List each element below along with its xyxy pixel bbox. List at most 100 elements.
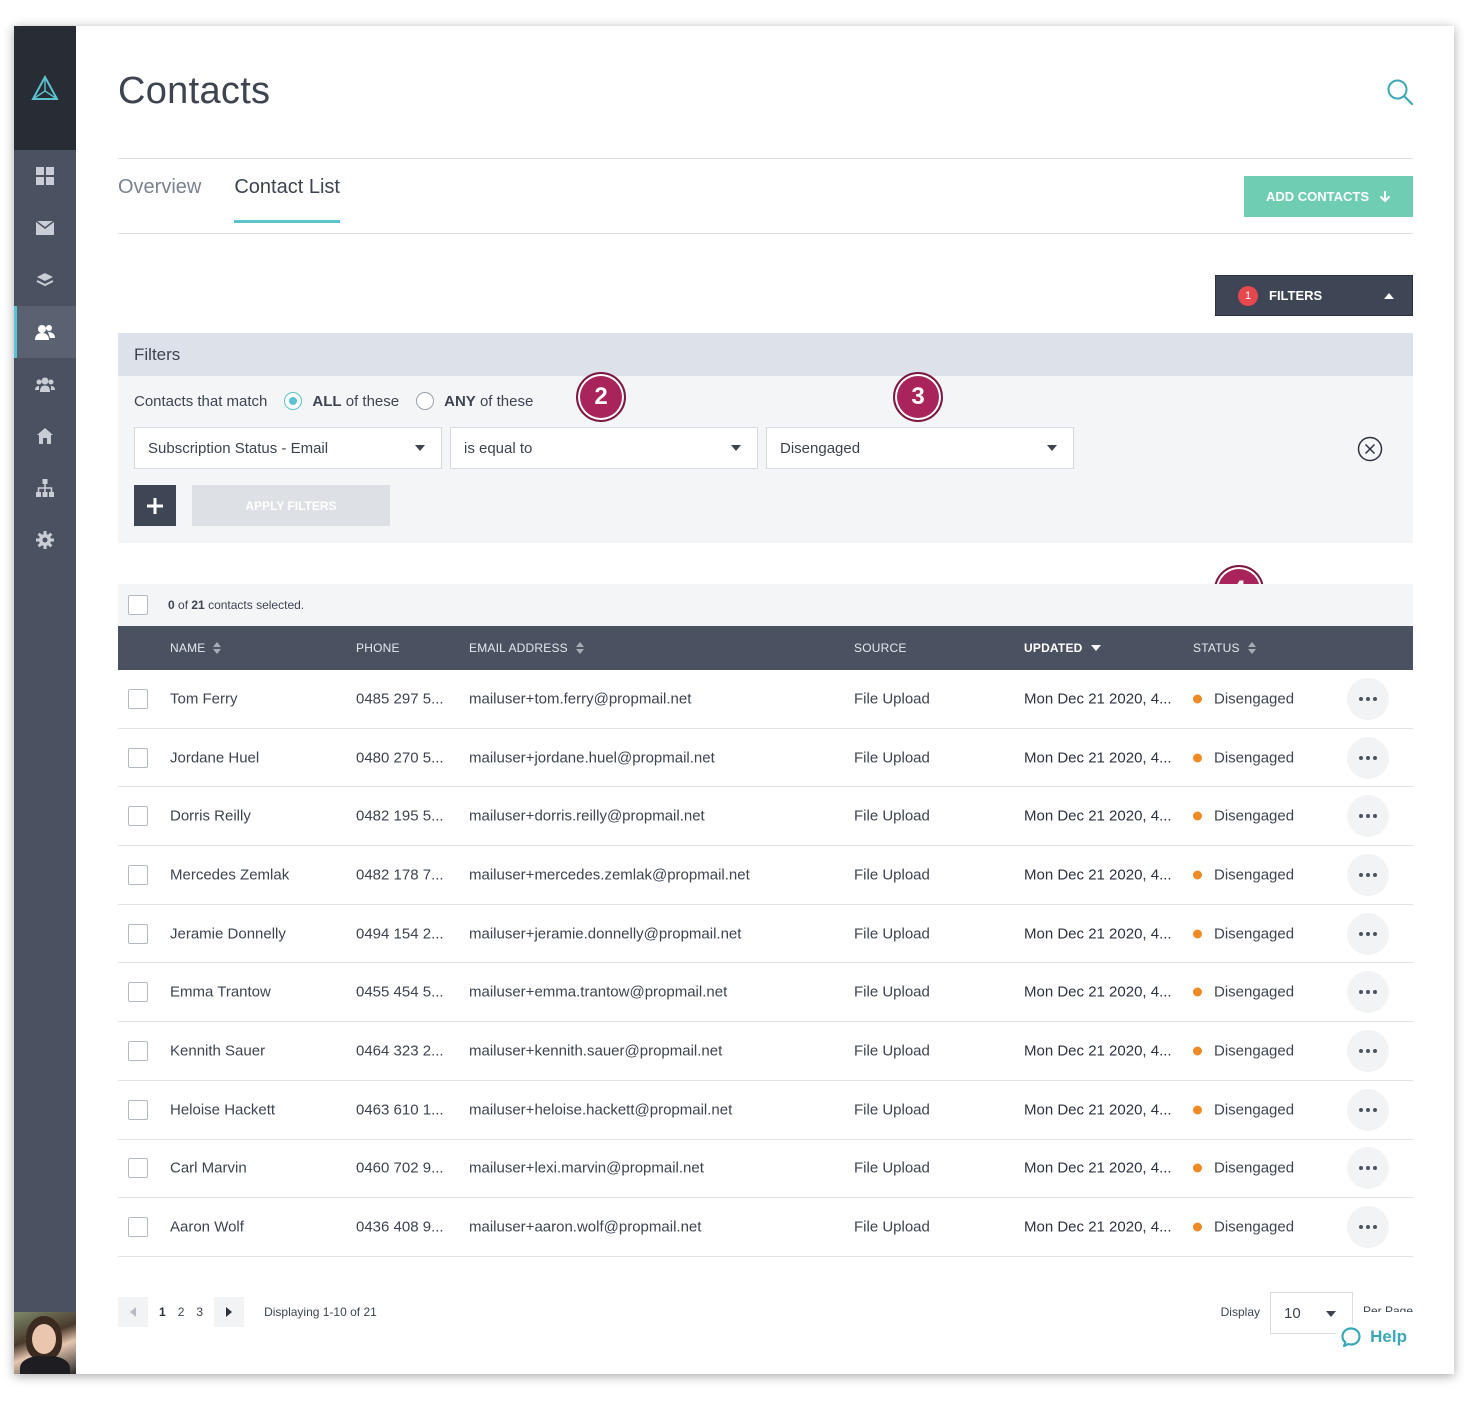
- row-actions-button[interactable]: [1347, 1147, 1389, 1190]
- contact-phone: 0464 323 2...: [356, 1042, 444, 1060]
- table-row[interactable]: Dorris Reilly 0482 195 5... mailuser+dorri…: [118, 787, 1413, 847]
- column-header-name[interactable]: NAME: [170, 641, 222, 655]
- match-any-label[interactable]: ANY of these: [444, 393, 533, 410]
- filter-operator-select[interactable]: is equal to: [450, 427, 758, 469]
- row-actions-button[interactable]: [1347, 1029, 1389, 1072]
- table-row[interactable]: Mercedes Zemlak 0482 178 7... mailuser+mer…: [118, 846, 1413, 905]
- row-actions-button[interactable]: [1347, 1088, 1389, 1131]
- logo[interactable]: [14, 26, 76, 150]
- row-actions-button[interactable]: [1347, 677, 1389, 720]
- table-row[interactable]: Carl Marvin 0460 702 9... mailuser+lexi.ma…: [118, 1140, 1413, 1199]
- sidebar-item-mail[interactable]: [14, 202, 76, 254]
- row-actions-button[interactable]: [1347, 971, 1389, 1014]
- help-button[interactable]: Help: [1336, 1324, 1411, 1350]
- contact-name[interactable]: Tom Ferry: [170, 690, 238, 707]
- row-checkbox[interactable]: [128, 1158, 148, 1179]
- row-checkbox[interactable]: [128, 806, 148, 827]
- select-all-checkbox[interactable]: [128, 595, 148, 615]
- row-actions-button[interactable]: [1347, 1206, 1389, 1249]
- sidebar-item-contacts[interactable]: [14, 306, 76, 358]
- contact-source: File Upload: [854, 1218, 930, 1236]
- row-checkbox[interactable]: [128, 1099, 148, 1120]
- column-header-updated[interactable]: UPDATED: [1024, 641, 1101, 655]
- row-actions-button[interactable]: [1347, 853, 1389, 896]
- row-actions-button[interactable]: [1347, 795, 1389, 838]
- contact-status: Disengaged: [1193, 690, 1294, 707]
- add-filter-button[interactable]: [134, 485, 176, 526]
- plus-icon: [147, 497, 163, 514]
- row-checkbox[interactable]: [128, 688, 148, 709]
- sidebar-item-dashboard[interactable]: [14, 150, 76, 202]
- page-number[interactable]: 2: [172, 1305, 191, 1319]
- contact-name[interactable]: Aaron Wolf: [170, 1219, 244, 1236]
- status-dot-icon: [1193, 1163, 1202, 1173]
- contact-name[interactable]: Carl Marvin: [170, 1160, 247, 1177]
- contacts-icon: [35, 324, 55, 340]
- contact-name[interactable]: Dorris Reilly: [170, 808, 251, 825]
- filter-field-select[interactable]: Subscription Status - Email: [134, 427, 442, 469]
- column-header-phone: PHONE: [356, 641, 400, 655]
- tab-contact-list[interactable]: Contact List: [234, 176, 340, 223]
- contact-name[interactable]: Jeramie Donnelly: [170, 925, 286, 942]
- row-actions-button[interactable]: [1347, 736, 1389, 779]
- table-row[interactable]: Tom Ferry 0485 297 5... mailuser+tom.ferry…: [118, 670, 1413, 729]
- add-contacts-button[interactable]: ADD CONTACTS: [1244, 176, 1413, 217]
- table-row[interactable]: Heloise Hackett 0463 610 1... mailuser+hel…: [118, 1081, 1413, 1140]
- contact-phone: 0494 154 2...: [356, 925, 444, 943]
- contact-name[interactable]: Jordane Huel: [170, 749, 259, 766]
- table-row[interactable]: Kennith Sauer 0464 323 2... mailuser+kenni…: [118, 1022, 1413, 1081]
- contact-name[interactable]: Emma Trantow: [170, 984, 271, 1001]
- contact-updated: Mon Dec 21 2020, 4...: [1024, 690, 1172, 708]
- per-page-value: 10: [1284, 1304, 1301, 1322]
- sidebar-item-home[interactable]: [14, 410, 76, 462]
- page-number[interactable]: 1: [153, 1305, 172, 1319]
- contact-phone: 0480 270 5...: [356, 749, 444, 767]
- remove-filter-button[interactable]: [1357, 436, 1383, 462]
- sidebar-item-layers[interactable]: [14, 254, 76, 306]
- avatar[interactable]: [14, 1312, 76, 1374]
- help-label: Help: [1370, 1327, 1407, 1346]
- row-checkbox[interactable]: [128, 1217, 148, 1238]
- table-row[interactable]: Emma Trantow 0455 454 5... mailuser+emma.t…: [118, 963, 1413, 1023]
- contact-status: Disengaged: [1193, 866, 1294, 883]
- chevron-left-icon: [130, 1307, 136, 1317]
- contact-source: File Upload: [854, 690, 930, 708]
- search-button[interactable]: [1386, 78, 1414, 106]
- filters-toggle-button[interactable]: 1 FILTERS: [1215, 275, 1413, 316]
- contact-status: Disengaged: [1193, 1101, 1294, 1118]
- apply-filters-button[interactable]: APPLY FILTERS: [192, 485, 390, 526]
- contact-source: File Upload: [854, 1101, 930, 1119]
- column-header-email[interactable]: EMAIL ADDRESS: [469, 641, 584, 655]
- sidebar-item-hierarchy[interactable]: [14, 462, 76, 514]
- contact-name[interactable]: Mercedes Zemlak: [170, 866, 289, 883]
- table-row[interactable]: Jeramie Donnelly 0494 154 2... mailuser+je…: [118, 905, 1413, 964]
- contact-name[interactable]: Kennith Sauer: [170, 1042, 265, 1059]
- sidebar-item-groups[interactable]: [14, 358, 76, 410]
- row-actions-button[interactable]: [1347, 912, 1389, 955]
- row-checkbox[interactable]: [128, 982, 148, 1003]
- row-checkbox[interactable]: [128, 923, 148, 944]
- row-checkbox[interactable]: [128, 747, 148, 768]
- annotation-marker-2: 2: [576, 372, 626, 422]
- table-row[interactable]: Aaron Wolf 0436 408 9... mailuser+aaron.wo…: [118, 1198, 1413, 1257]
- filter-value-select[interactable]: Disengaged: [766, 427, 1074, 469]
- table-row[interactable]: Jordane Huel 0480 270 5... mailuser+jordan…: [118, 729, 1413, 788]
- match-all-radio[interactable]: [284, 392, 303, 410]
- filter-operator-value: is equal to: [464, 439, 533, 457]
- page-number[interactable]: 3: [190, 1305, 209, 1319]
- tab-overview[interactable]: Overview: [118, 176, 201, 223]
- sidebar-item-gear[interactable]: [14, 514, 76, 566]
- contact-source: File Upload: [854, 1159, 930, 1177]
- match-any-radio[interactable]: [416, 392, 435, 410]
- status-dot-icon: [1193, 1046, 1202, 1056]
- contact-name[interactable]: Heloise Hackett: [170, 1101, 275, 1118]
- status-dot-icon: [1193, 753, 1202, 763]
- column-header-status[interactable]: STATUS: [1193, 641, 1256, 655]
- next-page-button[interactable]: [214, 1297, 245, 1327]
- display-label: Display: [1220, 1305, 1260, 1319]
- match-all-label[interactable]: ALL of these: [312, 393, 399, 410]
- prev-page-button[interactable]: [118, 1297, 148, 1327]
- row-checkbox[interactable]: [128, 864, 148, 885]
- tab-bar: Overview Contact List: [118, 176, 340, 223]
- row-checkbox[interactable]: [128, 1040, 148, 1061]
